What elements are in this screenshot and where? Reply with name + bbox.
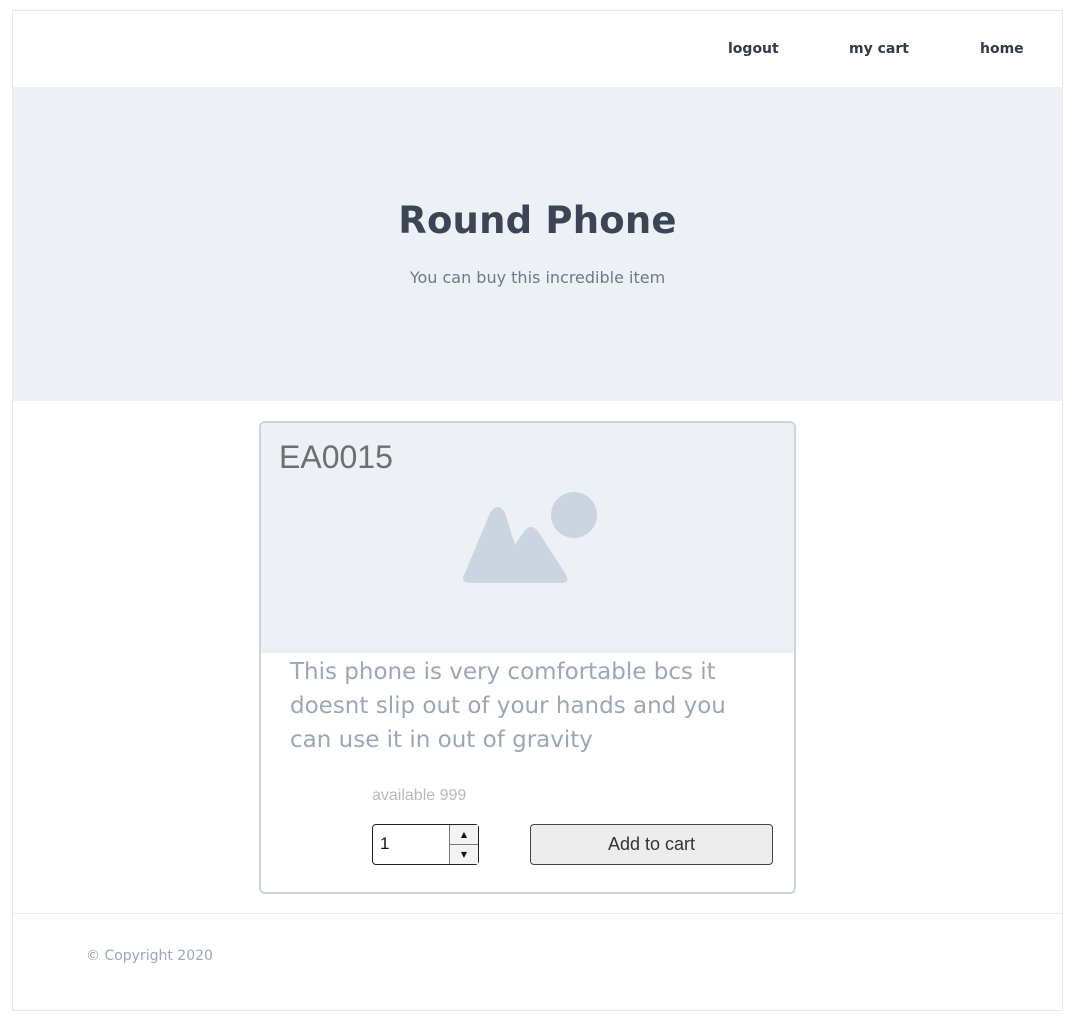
hero-banner: Round Phone You can buy this incredible … xyxy=(13,87,1062,401)
availability-text: available 999 xyxy=(372,787,467,804)
product-image-area: EA0015 xyxy=(261,423,794,653)
top-navbar: logout my cart home xyxy=(13,11,1062,87)
copyright-text: © Copyright 2020 xyxy=(86,948,213,964)
page-subtitle: You can buy this incredible item xyxy=(409,268,666,287)
product-code: EA0015 xyxy=(279,439,393,475)
quantity-spinner: ▲ ▼ xyxy=(449,825,478,864)
decrement-icon[interactable]: ▼ xyxy=(450,845,478,864)
product-description: This phone is very comfortable bcs it do… xyxy=(290,659,726,753)
nav-my-cart-link[interactable]: my cart xyxy=(849,41,909,57)
add-to-cart-button[interactable]: Add to cart xyxy=(530,824,773,865)
page-frame: logout my cart home Round Phone You can … xyxy=(12,10,1063,1011)
page-title: Round Phone xyxy=(398,199,677,242)
increment-icon[interactable]: ▲ xyxy=(450,825,478,845)
image-placeholder-icon xyxy=(463,492,597,583)
quantity-stepper[interactable]: 1 ▲ ▼ xyxy=(372,824,479,865)
quantity-input[interactable]: 1 xyxy=(373,825,449,864)
nav-logout-link[interactable]: logout xyxy=(728,41,779,57)
page-footer: © Copyright 2020 xyxy=(13,913,1062,1011)
nav-home-link[interactable]: home xyxy=(980,41,1024,57)
product-card: EA0015 This phone is very comfortable bc… xyxy=(259,421,796,894)
